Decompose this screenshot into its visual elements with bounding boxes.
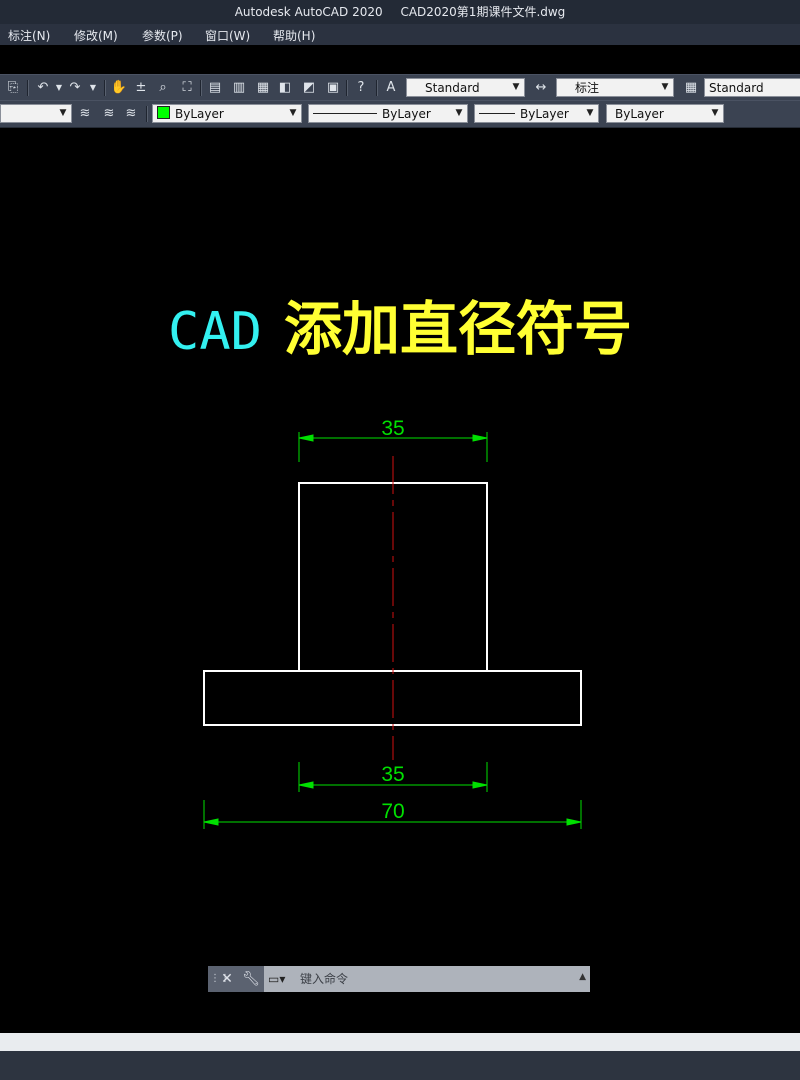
dimension-overall-text[interactable]: 70 [381,800,404,823]
command-input[interactable] [300,968,570,990]
command-input-area: ▭▾ ▲ [264,966,590,992]
dimension-bottom-inner-text[interactable]: 35 [381,763,404,786]
cad-drawing: 35 35 70 [203,417,582,829]
command-prompt-icon[interactable]: ▭▾ [268,970,294,988]
status-bar [0,1051,800,1080]
wrench-icon[interactable]: 🔧︎ [242,970,260,988]
dimension-top-text[interactable]: 35 [381,417,404,440]
scroll-up-icon[interactable]: ▲ [579,972,586,982]
close-icon[interactable]: ✕ [220,970,234,988]
layout-tabs-bar [0,1033,800,1051]
grip-handle-icon[interactable]: ⋮⋮ [210,969,230,989]
command-line: ⋮⋮ ✕ 🔧︎ ▭▾ ▲ [208,966,590,992]
